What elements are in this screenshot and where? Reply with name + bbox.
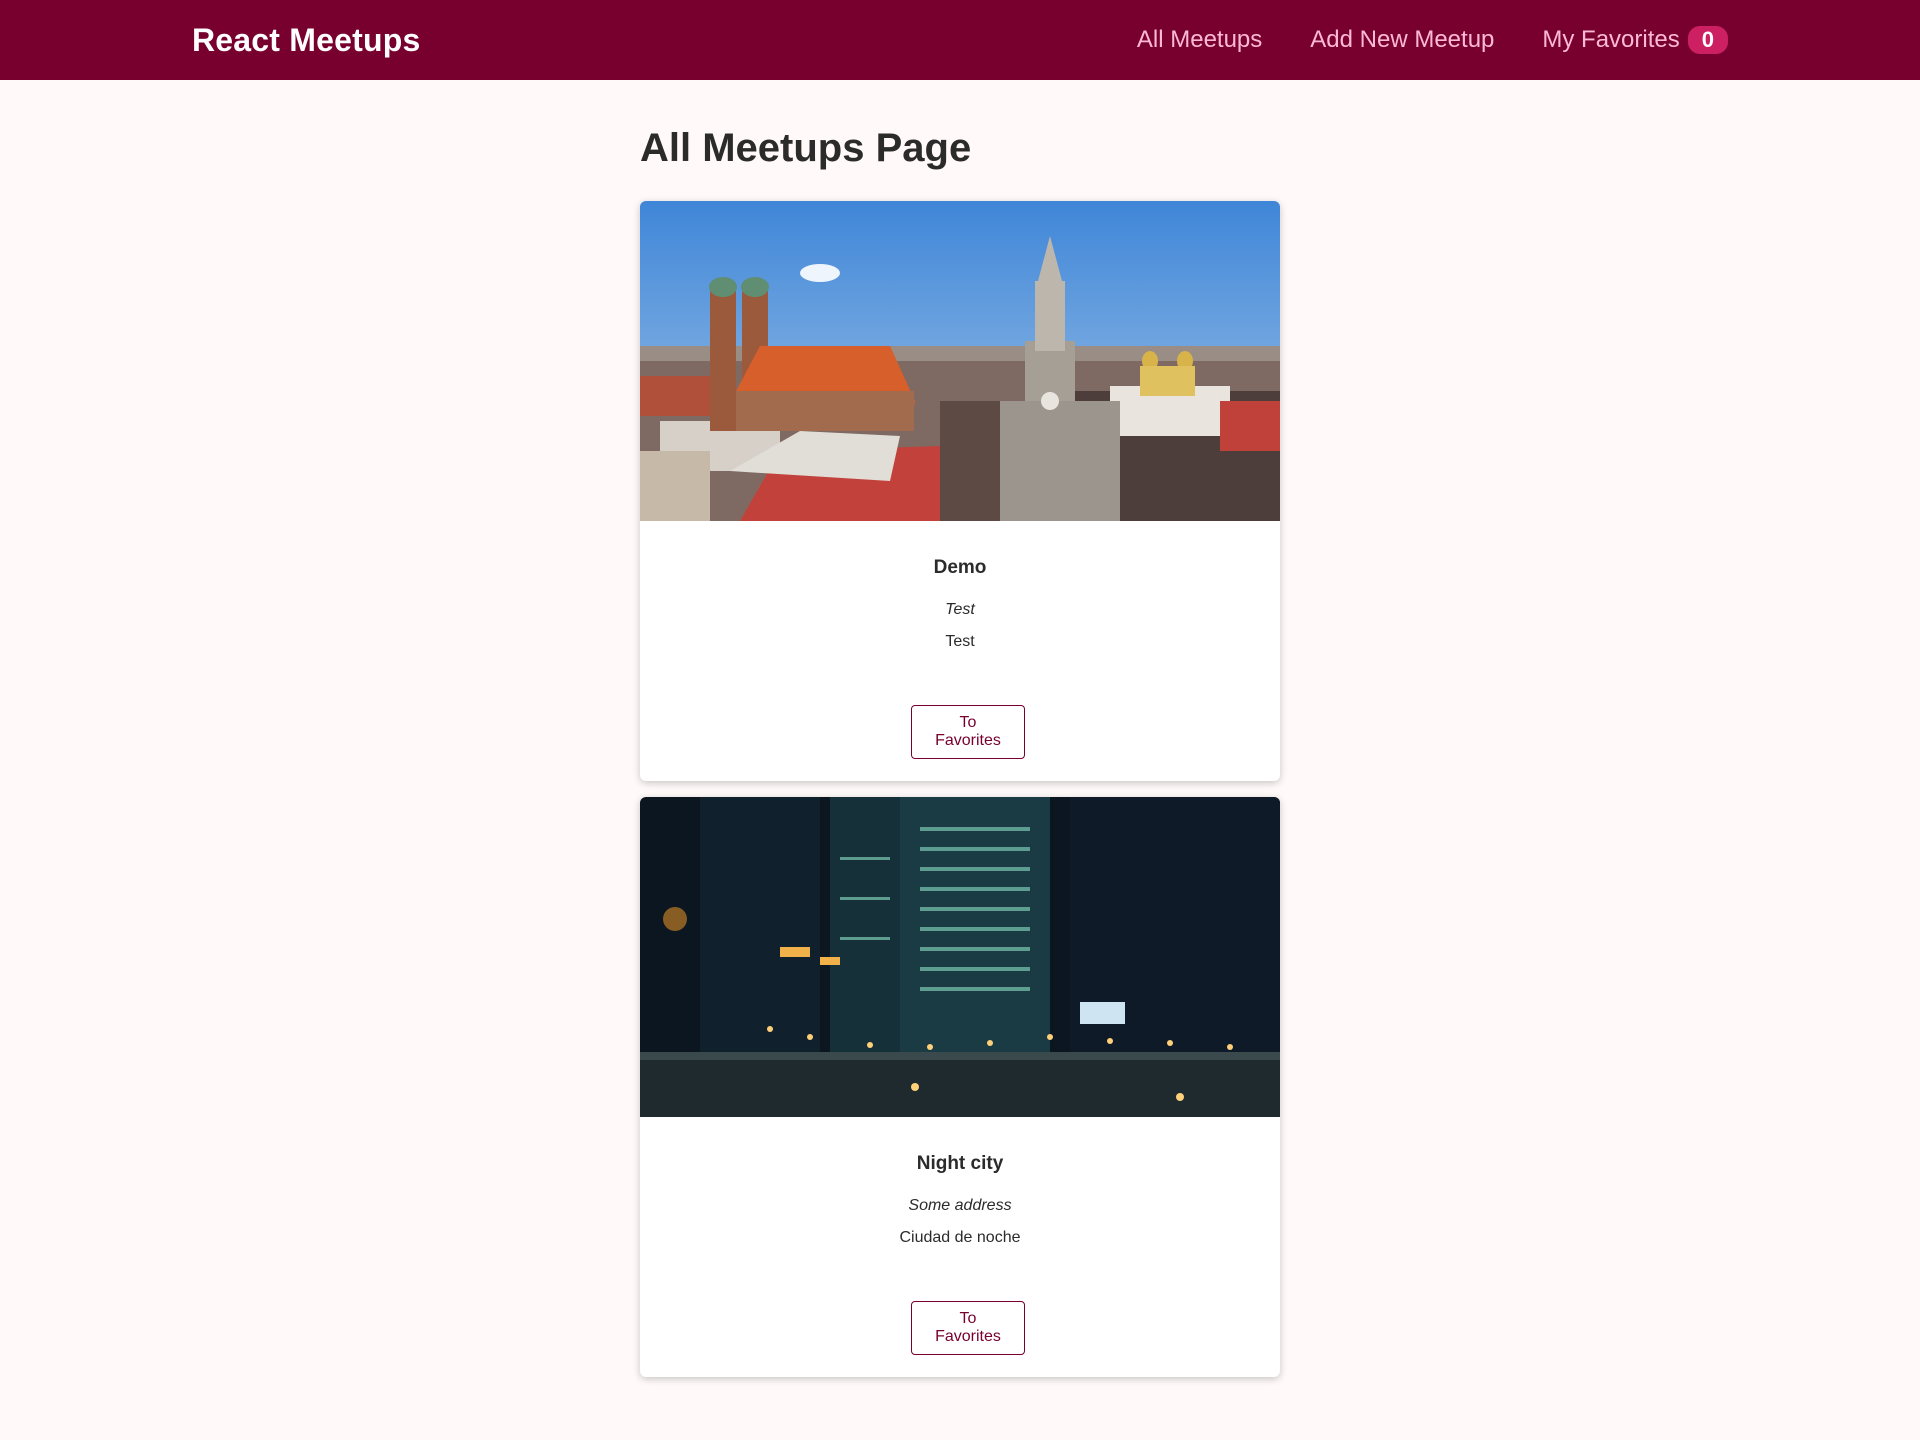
munich-cityscape-image xyxy=(640,201,1280,521)
meetup-card-content: Night city Some address Ciudad de noche xyxy=(640,1117,1280,1247)
meetup-address: Some address xyxy=(908,1197,1012,1214)
main-nav: All Meetups Add New Meetup My Favorites … xyxy=(1137,26,1728,54)
night-city-image xyxy=(640,797,1280,1117)
meetup-description: Ciudad de noche xyxy=(899,1229,1021,1246)
main-header: React Meetups All Meetups Add New Meetup… xyxy=(0,0,1920,80)
meetup-description: Test xyxy=(945,633,975,650)
meetup-title: Night city xyxy=(916,1153,1004,1174)
meetup-card: Demo Test Test To Favorites xyxy=(640,201,1280,781)
site-logo[interactable]: React Meetups xyxy=(192,22,420,59)
meetup-card-actions: To Favorites xyxy=(640,651,1280,781)
page-title: All Meetups Page xyxy=(640,126,972,170)
meetup-card: Night city Some address Ciudad de noche … xyxy=(640,797,1280,1377)
to-favorites-button[interactable]: To Favorites xyxy=(911,1301,1025,1355)
meetup-card-actions: To Favorites xyxy=(640,1247,1280,1377)
favorites-count-badge: 0 xyxy=(1687,26,1728,54)
meetup-address: Test xyxy=(945,601,975,618)
to-favorites-button[interactable]: To Favorites xyxy=(911,705,1025,759)
nav-my-favorites[interactable]: My Favorites 0 xyxy=(1542,26,1728,54)
nav-my-favorites-label: My Favorites xyxy=(1542,26,1680,53)
main-content: All Meetups Page Demo Test Test To Favor… xyxy=(640,80,1280,1393)
meetup-title: Demo xyxy=(933,557,987,578)
meetup-card-content: Demo Test Test xyxy=(640,521,1280,651)
nav-add-new-meetup[interactable]: Add New Meetup xyxy=(1310,26,1494,54)
nav-all-meetups[interactable]: All Meetups xyxy=(1137,26,1262,54)
